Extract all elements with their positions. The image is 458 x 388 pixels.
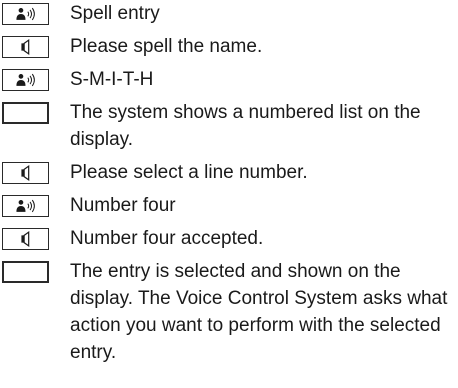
dialog-step-text: Spell entry <box>70 3 160 24</box>
display-screen-icon <box>2 261 49 283</box>
dialog-step-text: Please spell the name. <box>70 36 263 57</box>
display-screen-icon <box>2 102 49 124</box>
dialog-step-user: Spell entry <box>2 2 456 27</box>
dialog-step-system: Number four accepted. <box>2 227 456 252</box>
dialog-step-user: Number four <box>2 194 456 219</box>
dialog-step-display: The system shows a numbered list on the … <box>2 101 456 153</box>
speaker-icon <box>2 228 49 250</box>
speaking-person-icon <box>2 195 49 217</box>
speaking-person-icon <box>2 3 49 25</box>
dialog-step-user: S-M-I-T-H <box>2 68 456 93</box>
dialog-step-text: The entry is selected and shown on the d… <box>70 261 448 363</box>
dialog-step-text: S-M-I-T-H <box>70 69 154 90</box>
dialog-step-text: Please select a line number. <box>70 162 308 183</box>
dialog-step-text: The system shows a numbered list on the … <box>70 102 421 150</box>
speaker-icon <box>2 162 49 184</box>
voice-dialog-sequence: Spell entry Please spell the name. S-M-I… <box>2 0 456 366</box>
dialog-step-system: Please spell the name. <box>2 35 456 60</box>
dialog-step-text: Number four accepted. <box>70 228 264 249</box>
dialog-step-system: Please select a line number. <box>2 161 456 186</box>
dialog-step-display: The entry is selected and shown on the d… <box>2 260 456 366</box>
speaking-person-icon <box>2 69 49 91</box>
dialog-step-text: Number four <box>70 195 176 216</box>
speaker-icon <box>2 36 49 58</box>
